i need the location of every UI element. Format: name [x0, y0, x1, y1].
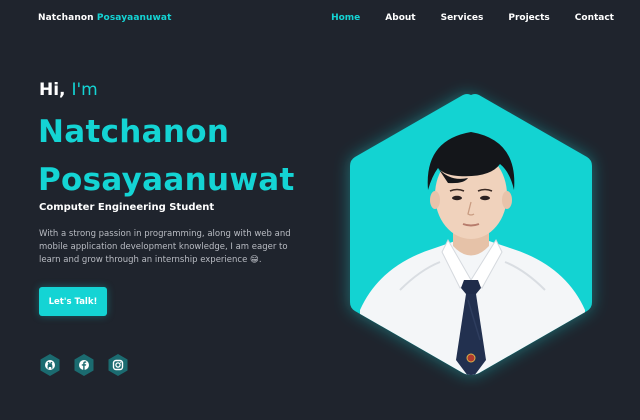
facebook-link[interactable] [73, 354, 95, 376]
logo-last-name: Posayaanuwat [96, 13, 172, 23]
github-icon [40, 354, 60, 376]
hero-name: Natchanon Posayaanuwat [38, 108, 295, 204]
site-logo[interactable]: Natchanon Posayaanuwat [38, 13, 172, 23]
social-links [39, 354, 141, 376]
greeting-prefix: Hi, [39, 80, 66, 100]
hero-role: Computer Engineering Student [39, 202, 215, 213]
lets-talk-button[interactable]: Let's Talk! [39, 287, 107, 316]
hero-name-line1: Natchanon [38, 114, 230, 150]
nav-link-about[interactable]: About [385, 13, 415, 23]
logo-first-name: Natchanon [38, 13, 94, 23]
nav-link-home[interactable]: Home [331, 13, 360, 23]
hero-name-line2: Posayaanuwat [38, 162, 295, 198]
profile-photo [340, 90, 602, 380]
greeting-accent: I'm [71, 80, 98, 100]
facebook-icon [74, 354, 94, 376]
hero-description: With a strong passion in programming, al… [39, 229, 291, 265]
nav-link-contact[interactable]: Contact [575, 13, 614, 23]
greeting: Hi, I'm [39, 80, 98, 100]
github-link[interactable] [39, 354, 61, 376]
navbar: Natchanon Posayaanuwat Home About Servic… [0, 0, 640, 40]
nav-link-services[interactable]: Services [441, 13, 484, 23]
instagram-icon [108, 354, 128, 376]
nav-link-projects[interactable]: Projects [508, 13, 549, 23]
hexagon-portrait [350, 94, 592, 375]
instagram-link[interactable] [107, 354, 129, 376]
nav-menu: Home About Services Projects Contact [306, 13, 614, 23]
